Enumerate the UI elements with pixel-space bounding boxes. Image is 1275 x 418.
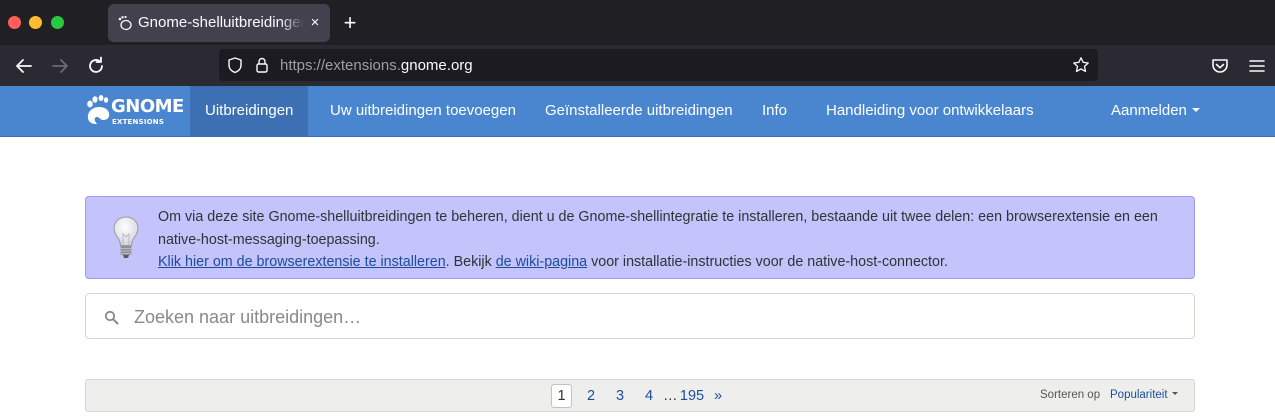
url-text[interactable]: https://extensions.gnome.org — [280, 57, 473, 74]
notice-tail-text: voor installatie-instructies voor de nat… — [587, 254, 948, 270]
gnome-extensions-logo[interactable]: GNOME EXTENSIONS — [84, 92, 184, 130]
new-tab-button[interactable]: + — [340, 12, 360, 34]
logo-wordmark: GNOME — [111, 96, 184, 117]
gnome-foot-icon — [118, 15, 132, 31]
search-input[interactable] — [134, 304, 1174, 330]
wiki-page-link[interactable]: de wiki-pagina — [496, 254, 587, 270]
install-extension-link[interactable]: Klik hier om de browserextensie te insta… — [158, 254, 446, 270]
login-dropdown[interactable]: Aanmelden — [1111, 86, 1200, 136]
url-bar[interactable]: https://extensions.gnome.org — [219, 49, 1098, 81]
pagination-bar: 1 2 3 4 … 195 » Sorteren op Populariteit — [85, 379, 1195, 412]
lightbulb-icon — [113, 216, 139, 258]
shield-icon[interactable] — [226, 56, 244, 74]
browser-navbar: https://extensions.gnome.org — [0, 45, 1275, 86]
lock-icon[interactable] — [253, 56, 271, 74]
integration-notice: Om via deze site Gnome-shelluitbreidinge… — [85, 196, 1195, 279]
next-page-button[interactable]: » — [711, 384, 725, 408]
star-icon[interactable] — [1072, 56, 1090, 74]
page-1[interactable]: 1 — [551, 384, 572, 408]
site-navbar: GNOME EXTENSIONS Uitbreidingen Uw uitbre… — [0, 86, 1275, 137]
notice-message: Om via deze site Gnome-shelluitbreidinge… — [158, 209, 1158, 248]
page-last[interactable]: 195 — [677, 384, 707, 408]
chevron-down-icon — [1191, 108, 1200, 113]
nav-installed-extensions[interactable]: Geïnstalleerde uitbreidingen — [545, 86, 733, 136]
url-domain: gnome.org — [400, 57, 473, 74]
chevron-down-icon — [1171, 392, 1178, 396]
sort-label: Sorteren op — [1040, 389, 1101, 401]
browser-titlebar: Gnome-shelluitbreidingen × + — [0, 0, 1275, 45]
nav-add-extension[interactable]: Uw uitbreidingen toevoegen — [330, 86, 516, 136]
page-4[interactable]: 4 — [642, 384, 656, 408]
page-3[interactable]: 3 — [613, 384, 627, 408]
window-maximize-button[interactable] — [51, 16, 64, 29]
notice-mid-text: . Bekijk — [445, 254, 496, 270]
reload-icon[interactable] — [84, 54, 108, 78]
tab-title: Gnome-shelluitbreidingen — [138, 14, 304, 34]
page-2[interactable]: 2 — [584, 384, 598, 408]
nav-info[interactable]: Info — [762, 86, 787, 136]
pagination-ellipsis: … — [663, 388, 678, 404]
login-label: Aanmelden — [1111, 102, 1187, 119]
pocket-icon[interactable] — [1210, 56, 1230, 76]
window-close-button[interactable] — [8, 16, 21, 29]
sort-value: Populariteit — [1110, 389, 1168, 401]
notice-text: Om via deze site Gnome-shelluitbreidinge… — [158, 206, 1188, 274]
browser-tab[interactable]: Gnome-shelluitbreidingen × — [108, 4, 330, 42]
search-icon — [104, 310, 119, 325]
window-minimize-button[interactable] — [29, 16, 42, 29]
tab-close-icon[interactable]: × — [306, 14, 324, 32]
search-box[interactable] — [85, 293, 1195, 339]
forward-icon[interactable] — [48, 54, 72, 78]
nav-developer-guide[interactable]: Handleiding voor ontwikkelaars — [826, 86, 1034, 136]
menu-icon[interactable] — [1247, 56, 1267, 76]
nav-extensions[interactable]: Uitbreidingen — [190, 86, 309, 136]
url-prefix: https://extensions. — [280, 57, 401, 74]
gnome-foot-icon — [87, 95, 110, 124]
sort-dropdown[interactable]: Populariteit — [1110, 389, 1178, 401]
logo-subtitle: EXTENSIONS — [112, 118, 165, 126]
back-icon[interactable] — [12, 54, 36, 78]
